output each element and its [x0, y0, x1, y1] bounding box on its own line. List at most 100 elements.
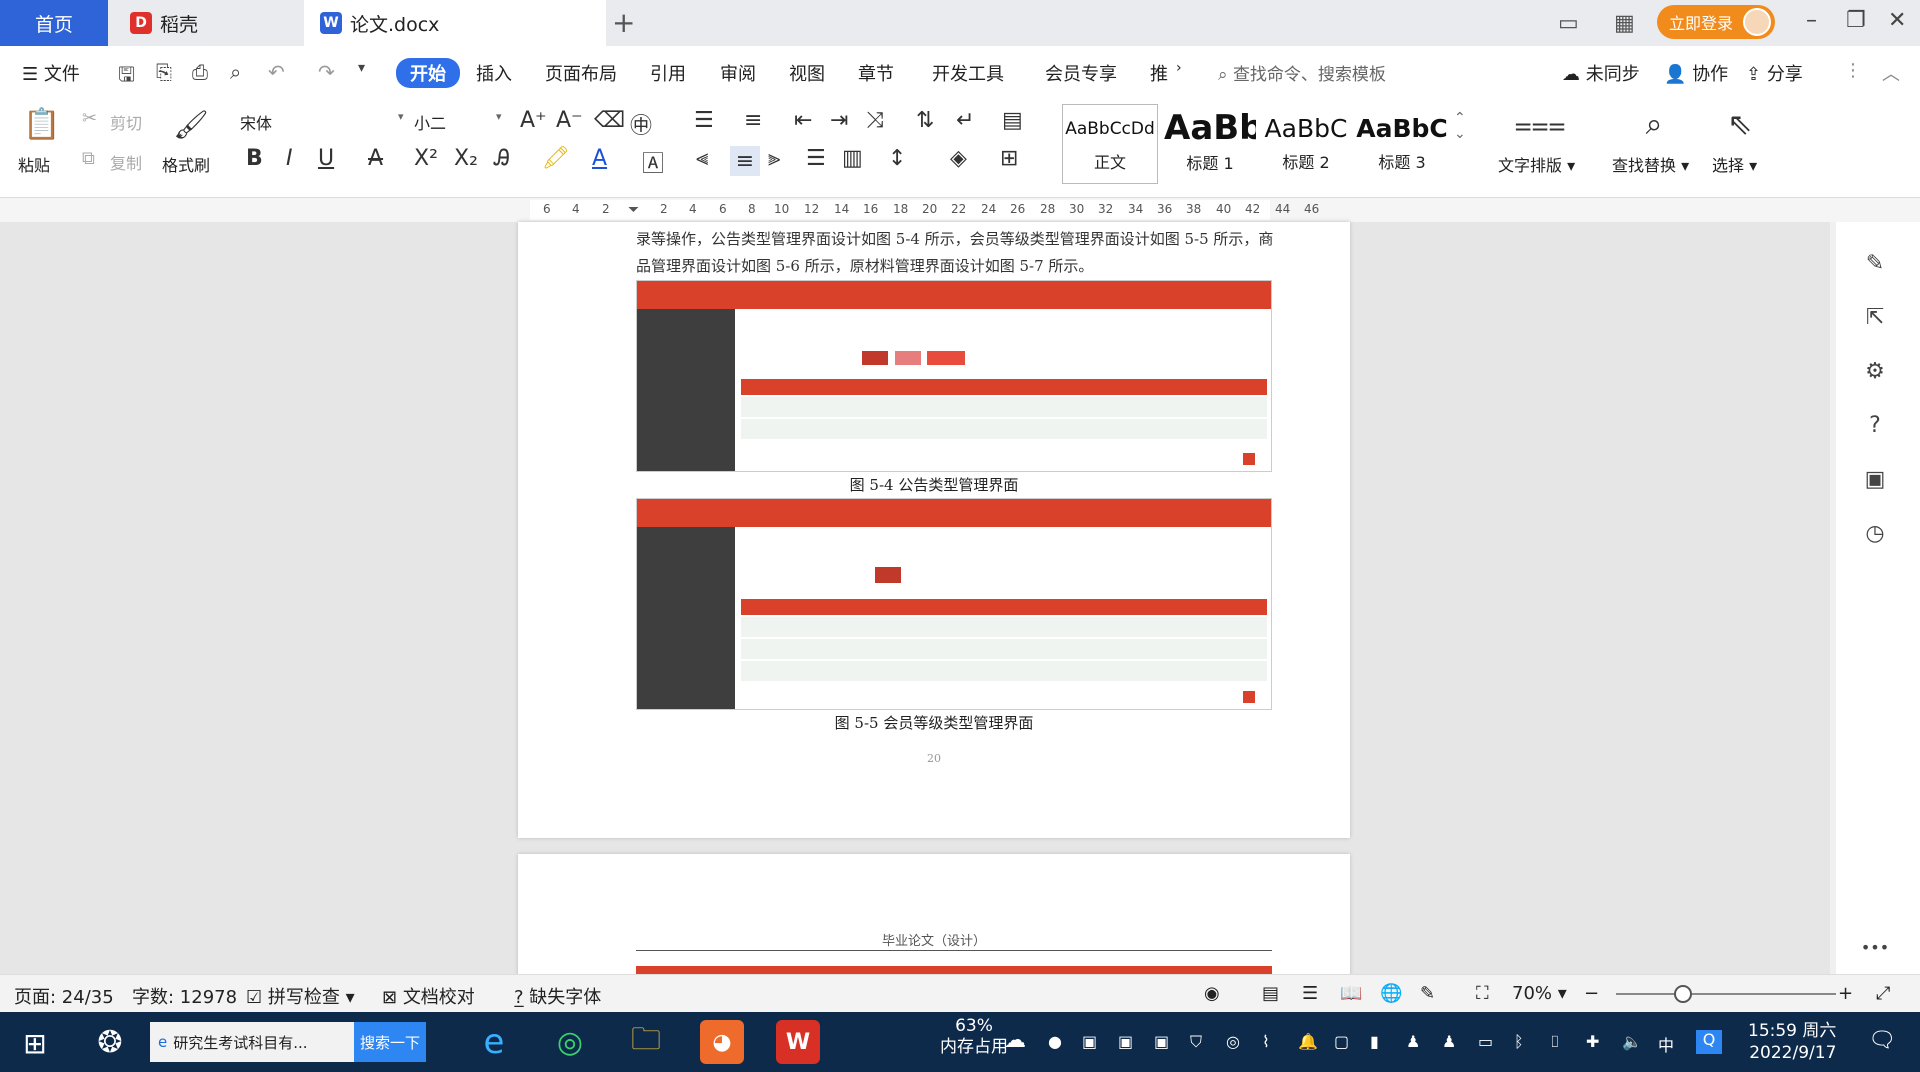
- wifi-icon[interactable]: ⌇: [1262, 1032, 1270, 1051]
- spell-check-button[interactable]: ☑ 拼写检查 ▾: [246, 983, 355, 1009]
- login-button[interactable]: 立即登录: [1657, 5, 1775, 39]
- file-explorer-icon[interactable]: 🗀: [624, 1020, 668, 1064]
- print-icon[interactable]: ⎙: [192, 60, 208, 84]
- wps-app-icon[interactable]: W: [776, 1020, 820, 1064]
- horizontal-ruler[interactable]: 6 4 2 ⏷ 2 4 6 8 10 12 14 16 18 20 22 24 …: [0, 198, 1920, 222]
- align-left-icon[interactable]: ⫷: [696, 146, 708, 171]
- paste-button[interactable]: 粘贴: [18, 152, 50, 176]
- tab-home[interactable]: 首页: [0, 0, 108, 46]
- cut-icon[interactable]: ✂: [82, 108, 97, 129]
- redo-icon[interactable]: ↷: [318, 60, 335, 84]
- zoom-level[interactable]: 70% ▾: [1512, 983, 1567, 1004]
- ime-indicator[interactable]: 中: [1658, 1032, 1674, 1056]
- tray-app-icon[interactable]: ▣: [1082, 1032, 1097, 1051]
- close-icon[interactable]: ✕: [1888, 8, 1906, 33]
- figure-5-5-image[interactable]: [636, 498, 1272, 710]
- text-effect-icon[interactable]: Ꭿ: [494, 146, 510, 171]
- justify-icon[interactable]: ☰: [806, 146, 826, 171]
- export-pdf-icon[interactable]: ⎘: [156, 60, 172, 84]
- tray-app-icon[interactable]: ✚: [1586, 1032, 1599, 1051]
- weather-cloud-icon[interactable]: ☁: [1004, 1028, 1026, 1053]
- cut-button[interactable]: 剪切: [110, 110, 142, 134]
- proofread-button[interactable]: ⊠ 文档校对: [382, 983, 475, 1009]
- shading-icon[interactable]: ◈: [950, 146, 967, 171]
- memory-usage[interactable]: 63% 内存占用: [940, 1016, 1008, 1058]
- tab-member[interactable]: 会员专享: [1045, 60, 1117, 86]
- font-size-select[interactable]: 小二 ▾: [414, 110, 508, 134]
- increase-indent-icon[interactable]: ⇥: [830, 108, 848, 133]
- notification-center-icon[interactable]: 🗨: [1868, 1028, 1896, 1053]
- command-search[interactable]: ⌕ 查找命令、搜索模板: [1218, 60, 1386, 85]
- style-heading-1[interactable]: AaBb 标题 1: [1164, 106, 1256, 186]
- tab-chapter[interactable]: 章节: [858, 60, 894, 86]
- copy-icon[interactable]: ⧉: [82, 148, 95, 169]
- numbered-list-icon[interactable]: ≡: [744, 108, 762, 133]
- more-tabs-chevron-icon[interactable]: ›: [1176, 60, 1182, 76]
- collab-button[interactable]: 👤 协作: [1664, 60, 1728, 86]
- font-name-select[interactable]: 宋体 ▾: [240, 110, 410, 134]
- styles-scroll-icon[interactable]: ⌃ ⌄: [1454, 110, 1466, 142]
- italic-icon[interactable]: I: [286, 146, 293, 171]
- fit-page-icon[interactable]: ⛶: [1476, 983, 1489, 1004]
- reading-view-icon[interactable]: 📖: [1340, 983, 1362, 1004]
- shrink-font-icon[interactable]: A⁻: [556, 108, 583, 133]
- tray-app-icon[interactable]: ♟: [1442, 1032, 1456, 1051]
- tab-insert[interactable]: 插入: [476, 60, 512, 86]
- qq-icon[interactable]: Q: [1696, 1030, 1722, 1054]
- edit-pen-icon[interactable]: ✎: [1858, 246, 1892, 280]
- style-heading-3[interactable]: AaBbC 标题 3: [1356, 106, 1448, 186]
- line-spacing-icon[interactable]: ↕: [888, 146, 906, 171]
- adjust-icon[interactable]: ⚙: [1858, 354, 1892, 388]
- clock[interactable]: 15:59 周六 2022/9/17: [1748, 1020, 1836, 1064]
- search-go-button[interactable]: 搜索一下: [354, 1022, 426, 1062]
- tab-document[interactable]: W 论文.docx: [304, 0, 606, 46]
- sort-icon[interactable]: ⇅: [916, 108, 934, 133]
- figure-5-4-image[interactable]: [636, 280, 1272, 472]
- font-color-icon[interactable]: A: [592, 146, 607, 171]
- outline-view-icon[interactable]: ☰: [1302, 983, 1318, 1004]
- pointer-icon[interactable]: ⇱: [1858, 300, 1892, 334]
- tab-view[interactable]: 视图: [789, 60, 825, 86]
- borders-icon[interactable]: ⊞: [1000, 146, 1018, 171]
- zoom-slider[interactable]: [1616, 993, 1836, 995]
- decrease-indent-icon[interactable]: ⇤: [794, 108, 812, 133]
- restore-icon[interactable]: ❐: [1846, 8, 1866, 33]
- image-tool-icon[interactable]: ▣: [1858, 462, 1892, 496]
- volume-icon[interactable]: 🔈: [1622, 1032, 1642, 1051]
- format-painter-icon[interactable]: 🖌: [173, 104, 209, 144]
- page-indicator[interactable]: 页面: 24/35: [14, 983, 114, 1009]
- save-icon[interactable]: 🖫: [118, 60, 135, 94]
- tab-daoke[interactable]: D 稻壳: [110, 0, 304, 46]
- superscript-icon[interactable]: X²: [414, 146, 438, 171]
- text-layout-button[interactable]: 文字排版 ▾: [1498, 152, 1575, 176]
- new-tab-button[interactable]: +: [612, 6, 635, 39]
- underline-icon[interactable]: U: [318, 146, 334, 171]
- usb-icon[interactable]: ⌷: [1550, 1032, 1560, 1052]
- tab-page-layout[interactable]: 页面布局: [545, 60, 617, 86]
- file-menu[interactable]: ☰ 文件: [22, 60, 80, 86]
- text-direction-icon[interactable]: ⤨: [866, 108, 884, 133]
- phonetic-icon[interactable]: ㊥: [630, 108, 652, 140]
- bluetooth-icon[interactable]: ᛒ: [1514, 1032, 1524, 1051]
- tab-start[interactable]: 开始: [396, 58, 460, 88]
- tray-app-icon[interactable]: ◎: [1226, 1032, 1240, 1051]
- document-page[interactable]: 录等操作，公告类型管理界面设计如图 5-4 所示，会员等级类型管理界面设计如图 …: [518, 222, 1350, 838]
- find-replace-icon[interactable]: ⌕: [1634, 104, 1674, 144]
- page-view-icon[interactable]: ▤: [1262, 983, 1279, 1004]
- align-center-icon[interactable]: ≡: [730, 146, 760, 176]
- format-painter-button[interactable]: 格式刷: [162, 152, 210, 176]
- undo-icon[interactable]: ↶: [268, 60, 285, 84]
- missing-font-button[interactable]: ?̲ 缺失字体: [514, 983, 601, 1009]
- tray-app-icon[interactable]: ▣: [1118, 1032, 1133, 1051]
- ie-browser-icon[interactable]: e: [472, 1020, 516, 1064]
- char-border-icon[interactable]: 🄰: [642, 146, 664, 178]
- layout-icon[interactable]: ▭: [1558, 8, 1579, 38]
- tray-app-icon[interactable]: ▮: [1370, 1032, 1379, 1051]
- tab-references[interactable]: 引用: [650, 60, 686, 86]
- paste-icon[interactable]: 📋: [22, 104, 62, 144]
- collapse-ribbon-icon[interactable]: ︿: [1882, 60, 1900, 86]
- tab-review[interactable]: 审阅: [720, 60, 756, 86]
- subscript-icon[interactable]: X₂: [454, 146, 478, 171]
- style-heading-2[interactable]: AaBbC 标题 2: [1260, 106, 1352, 186]
- word-count[interactable]: 字数: 12978: [132, 983, 237, 1009]
